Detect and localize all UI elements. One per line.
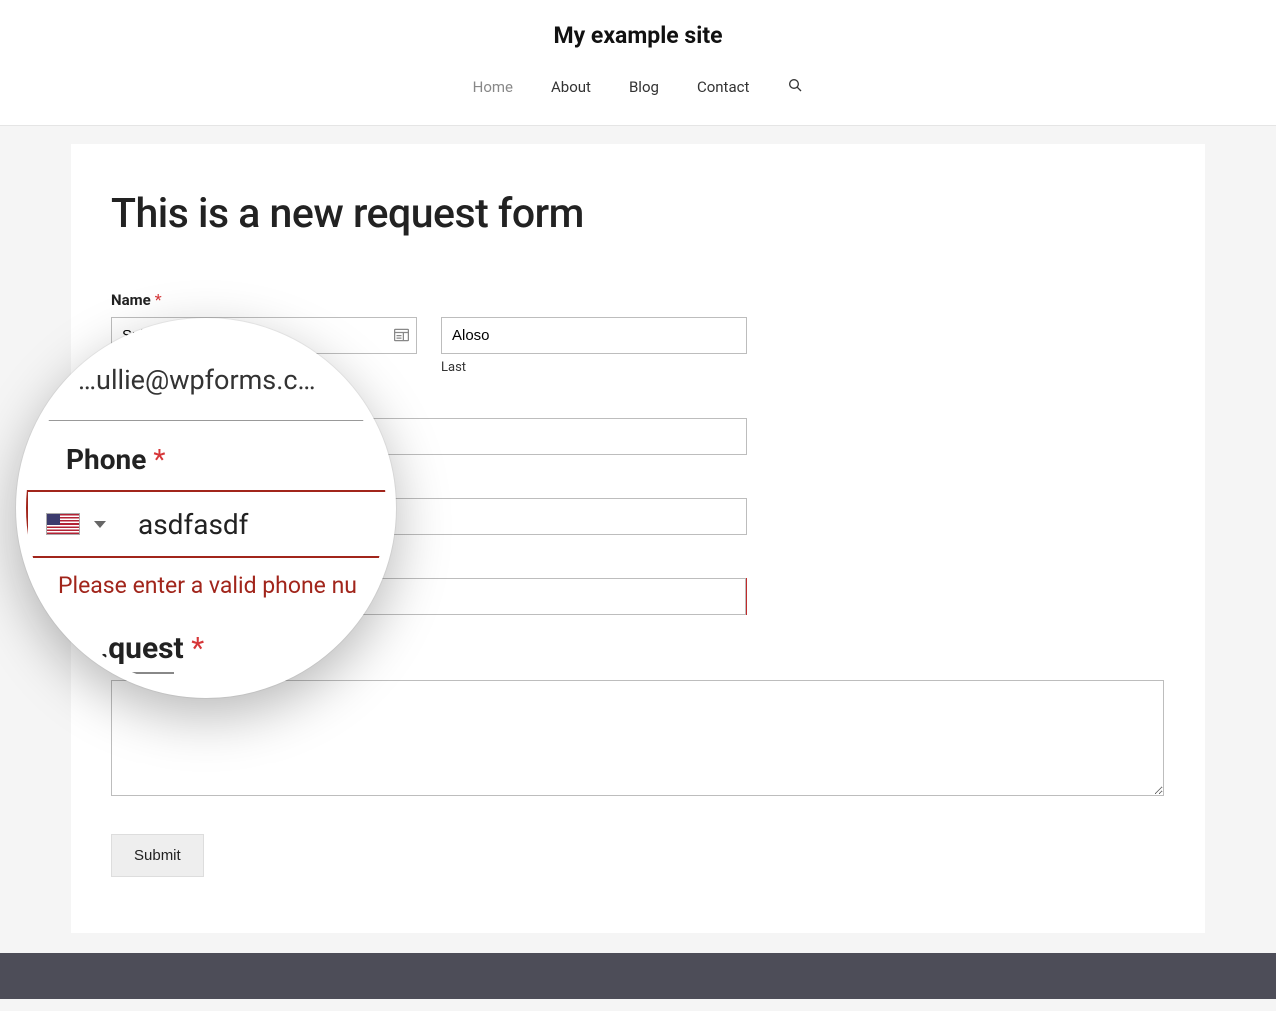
page-content: This is a new request form Name *	[71, 144, 1205, 933]
primary-nav: Home About Blog Contact	[0, 77, 1276, 115]
lens-email-fragment: …ullie@wpforms.c…	[78, 364, 346, 396]
name-label: Name	[111, 291, 151, 309]
lens-phone-value: asdfasdf	[138, 508, 248, 541]
nav-home[interactable]: Home	[473, 78, 513, 96]
submit-button[interactable]: Submit	[111, 834, 204, 877]
request-textarea[interactable]	[111, 680, 1164, 796]
magnifier-overlay: …ullie@wpforms.c… Phone * asdfasdf Pleas…	[16, 318, 396, 698]
page-title: This is a new request form	[111, 190, 1165, 238]
lens-error-fragment: Please enter a valid phone nu	[58, 572, 346, 599]
site-title: My example site	[0, 22, 1276, 49]
nav-about[interactable]: About	[551, 78, 591, 96]
lens-phone-label: Phone	[66, 443, 146, 476]
required-mark: *	[155, 290, 162, 309]
lens-phone-field: asdfasdf	[26, 490, 396, 558]
lens-request-fragment: …quest	[86, 631, 184, 666]
search-icon[interactable]	[787, 77, 803, 97]
nav-contact[interactable]: Contact	[697, 78, 749, 96]
site-header: My example site Home About Blog Contact	[0, 0, 1276, 126]
last-name-input[interactable]	[441, 317, 747, 354]
us-flag-icon	[46, 513, 80, 535]
last-name-sublabel: Last	[441, 360, 747, 375]
nav-blog[interactable]: Blog	[629, 78, 659, 96]
chevron-down-icon	[94, 521, 106, 528]
site-footer	[0, 953, 1276, 999]
